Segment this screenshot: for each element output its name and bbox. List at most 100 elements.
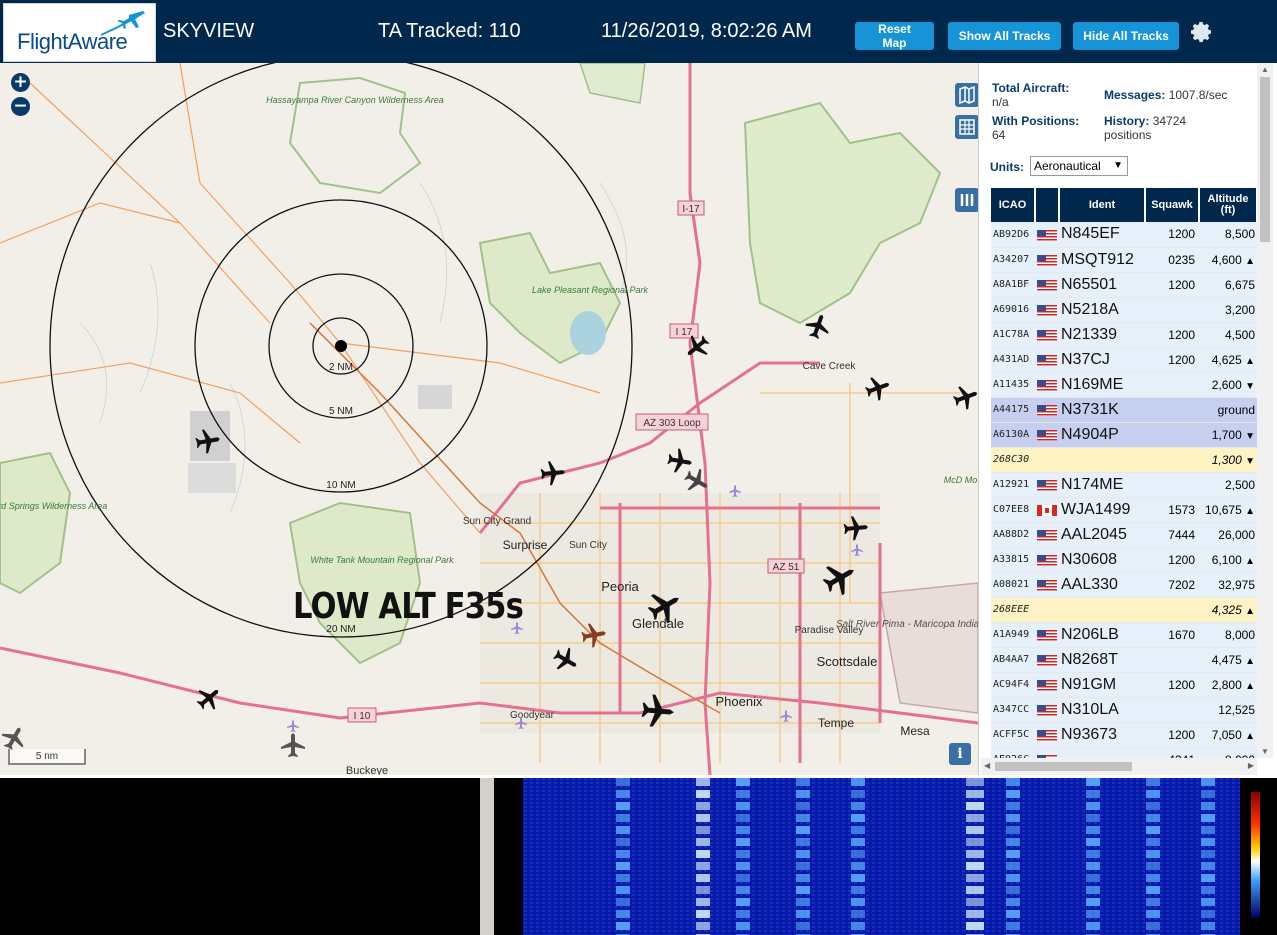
- cell-icao: AB4AA7: [991, 647, 1035, 673]
- signal-band: [966, 862, 984, 870]
- canada-flag-icon: [1037, 504, 1057, 516]
- col-flag[interactable]: [1035, 188, 1060, 222]
- cell-ident: N845EF: [1059, 222, 1145, 248]
- table-row[interactable]: A347CC N310LA 12,525: [991, 697, 1257, 723]
- cell-altitude: 32,975: [1199, 572, 1257, 598]
- table-row[interactable]: A8A1BF N65501 1200 6,675: [991, 272, 1257, 298]
- table-row[interactable]: AB92D6 N845EF 1200 8,500: [991, 222, 1257, 248]
- cell-icao: A1C78A: [991, 322, 1035, 348]
- hide-all-tracks-button[interactable]: Hide All Tracks: [1073, 22, 1179, 50]
- map-layers-button[interactable]: [955, 83, 978, 107]
- aircraft-icon[interactable]: [549, 643, 583, 677]
- cell-icao: AA88D2: [991, 522, 1035, 548]
- table-row[interactable]: C07EE8 WJA1499 1573 10,675 ▲: [991, 497, 1257, 523]
- aircraft-icon[interactable]: [842, 514, 870, 542]
- table-row[interactable]: A1C78A N21339 1200 4,500: [991, 322, 1257, 348]
- us-flag-icon: [1037, 229, 1057, 241]
- table-row[interactable]: ACFF5C N93673 1200 7,050 ▲: [991, 722, 1257, 748]
- show-all-tracks-button[interactable]: Show All Tracks: [948, 22, 1061, 50]
- signal-band: [851, 862, 865, 870]
- sidebar-scrollbar[interactable]: ▲ ▼: [1257, 63, 1273, 758]
- table-row[interactable]: A431AD N37CJ 1200 4,625 ▲: [991, 347, 1257, 373]
- aircraft-icon[interactable]: [640, 693, 676, 729]
- signal-band: [851, 814, 865, 822]
- h-scroll-thumb[interactable]: [995, 762, 1132, 771]
- zoom-out-button[interactable]: −: [11, 97, 30, 116]
- aircraft-icon[interactable]: [580, 621, 608, 649]
- info-button[interactable]: i: [949, 743, 971, 765]
- sidebar-h-scrollbar[interactable]: ◀ ▶: [981, 758, 1257, 775]
- table-row[interactable]: A12921 N174ME 2,500: [991, 472, 1257, 498]
- aircraft-icon[interactable]: [192, 681, 226, 715]
- cell-ident: N174ME: [1059, 472, 1145, 498]
- signal-band: [736, 778, 750, 786]
- panel-divider[interactable]: [480, 778, 494, 935]
- zoom-in-button[interactable]: +: [11, 73, 30, 92]
- table-row[interactable]: A33815 N30608 1200 6,100 ▲: [991, 547, 1257, 573]
- us-flag-icon: [1037, 579, 1057, 591]
- us-flag-icon: [1037, 354, 1057, 366]
- columns-toggle-button[interactable]: [955, 188, 978, 212]
- aircraft-layer[interactable]: [0, 63, 978, 775]
- cell-flag: [1035, 372, 1059, 398]
- aircraft-icon[interactable]: [643, 584, 687, 628]
- aircraft-icon[interactable]: [950, 381, 978, 413]
- cell-icao: A69016: [991, 297, 1035, 323]
- units-select[interactable]: Aeronautical ▼: [1030, 156, 1128, 176]
- reset-map-button[interactable]: Reset Map: [855, 22, 934, 50]
- signal-band: [616, 850, 630, 858]
- aircraft-icon[interactable]: [862, 372, 894, 404]
- signal-band: [736, 790, 750, 798]
- aircraft-icon[interactable]: [281, 733, 305, 757]
- cell-flag: [1035, 297, 1059, 323]
- aircraft-icon[interactable]: [802, 310, 834, 342]
- signal-band: [616, 910, 630, 918]
- map-view[interactable]: 2 NM 5 NM 10 NM 20 NM Hassayampa River C…: [0, 63, 978, 775]
- cell-altitude: 1,300 ▼: [1199, 447, 1257, 473]
- aircraft-icon[interactable]: [194, 427, 222, 455]
- signal-band: [736, 826, 750, 834]
- table-row[interactable]: AB4AA7 N8268T 4,475 ▲: [991, 647, 1257, 673]
- table-row[interactable]: A6130A N4904P 1,700 ▼: [991, 422, 1257, 448]
- scale-bar: 5 nm: [8, 749, 86, 765]
- cell-squawk: [1145, 372, 1199, 398]
- table-row[interactable]: AC94F4 N91GM 1200 2,800 ▲: [991, 672, 1257, 698]
- table-row[interactable]: A69016 N5218A 3,200: [991, 297, 1257, 323]
- cell-altitude: 4,600 ▲: [1199, 247, 1257, 273]
- cell-squawk: [1145, 472, 1199, 498]
- cell-icao: C07EE8: [991, 497, 1035, 523]
- col-squawk[interactable]: Squawk: [1145, 188, 1200, 222]
- scroll-thumb[interactable]: [1260, 77, 1270, 242]
- aircraft-icon[interactable]: [680, 464, 714, 498]
- signal-band: [1146, 826, 1160, 834]
- signal-band: [696, 826, 710, 834]
- signal-band: [696, 790, 710, 798]
- signal-band: [1201, 850, 1215, 858]
- signal-band: [1201, 874, 1215, 882]
- table-row[interactable]: A44175 N3731K ground: [991, 397, 1257, 423]
- table-row[interactable]: 268EEE 4,325 ▲: [991, 597, 1257, 623]
- table-row[interactable]: 268C30 1,300 ▼: [991, 447, 1257, 473]
- col-ident[interactable]: Ident: [1059, 188, 1146, 222]
- signal-band: [616, 814, 630, 822]
- aircraft-icon[interactable]: [666, 447, 694, 475]
- signal-band: [696, 862, 710, 870]
- table-row[interactable]: A11435 N169ME 2,600 ▼: [991, 372, 1257, 398]
- aircraft-icon[interactable]: [818, 556, 862, 600]
- col-altitude[interactable]: Altitude (ft): [1199, 188, 1258, 222]
- col-icao[interactable]: ICAO: [991, 188, 1036, 222]
- table-row[interactable]: A08021 AAL330 7202 32,975: [991, 572, 1257, 598]
- table-row[interactable]: AA88D2 AAL2045 7444 26,000: [991, 522, 1257, 548]
- gear-icon[interactable]: [1190, 20, 1214, 44]
- aircraft-icon[interactable]: [680, 330, 714, 364]
- signal-band: [796, 910, 810, 918]
- table-row[interactable]: A1A949 N206LB 1670 8,000: [991, 622, 1257, 648]
- cell-ident: N4904P: [1059, 422, 1145, 448]
- signal-band: [1146, 778, 1160, 786]
- grid-toggle-button[interactable]: [955, 115, 978, 139]
- table-row[interactable]: A34207 MSQT912 0235 4,600 ▲: [991, 247, 1257, 273]
- cell-squawk: [1145, 297, 1199, 323]
- flightaware-logo[interactable]: FlightAware: [3, 3, 156, 62]
- logo-text: FlightAware: [17, 29, 128, 54]
- aircraft-icon[interactable]: [539, 459, 567, 487]
